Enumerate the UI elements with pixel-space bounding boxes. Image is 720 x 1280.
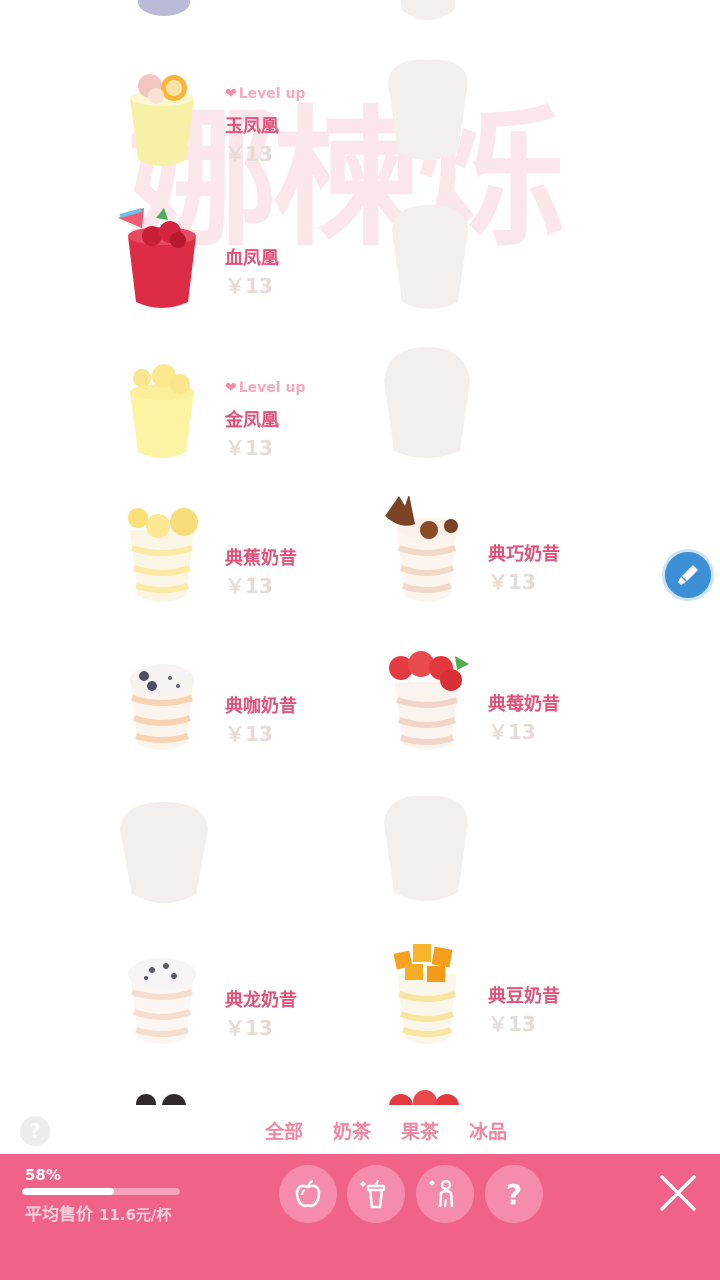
avg-label: 平均售价 [25,1205,93,1225]
drink-name: 玉凤凰 [225,116,279,137]
locked-cup [118,796,218,916]
tab-fruit-tea[interactable]: 果茶 [401,1117,439,1144]
cup-icon [360,1179,386,1209]
drink-item[interactable]: 典龙奶昔 ￥13 [122,942,382,1072]
partial-cup [122,1090,222,1105]
drink-item[interactable]: 典豆奶昔 ￥13 [385,938,645,1068]
drink-grid: 娜楝烁 ❤ Level up 玉凤凰 ￥13 血凤凰 ￥13 ❤ Level u… [0,0,720,1105]
drink-name: 典龙奶昔 [225,990,297,1011]
drink-item[interactable]: 典巧奶昔 ￥13 [385,496,645,626]
drink-cup-icon [122,942,222,1062]
locked-cup [378,52,478,172]
drink-cup-icon [385,646,485,766]
drink-price: ￥13 [225,436,273,460]
drink-cup-icon [385,496,485,616]
locked-cup [380,792,480,912]
drink-price: ￥13 [488,1012,536,1036]
drink-price: ￥13 [225,142,273,166]
drink-price: ￥13 [488,720,536,744]
drink-name: 典巧奶昔 [488,544,560,565]
drink-item[interactable]: 血凤凰 ￥13 [112,200,372,330]
drink-cup-icon [122,648,222,768]
close-icon [660,1175,696,1211]
drink-price: ￥13 [225,1016,273,1040]
heart-icon: ❤ [225,380,237,396]
drink-item[interactable]: 典咖奶昔 ￥13 [122,648,382,778]
drink-cup-icon [122,362,222,482]
question-icon: ? [505,1177,523,1211]
apple-icon [295,1179,321,1208]
drink-cup-icon [122,68,222,188]
heart-icon: ❤ [225,86,237,102]
drink-name: 典蕉奶昔 [225,548,297,569]
drink-item[interactable]: ❤ Level up 金凤凰 ￥13 [122,362,382,492]
brush-icon [678,565,698,585]
drink-price: ￥13 [488,570,536,594]
drink-item[interactable]: ❤ Level up 玉凤凰 ￥13 [122,68,382,198]
close-button[interactable] [656,1171,700,1215]
avg-value: 11.6元/杯 [98,1206,172,1224]
drink-item[interactable]: 典蕉奶昔 ￥13 [122,500,382,630]
drink-cup-icon [122,500,222,620]
average-price: 平均售价 11.6元/杯 [25,1200,171,1225]
partial-cup [385,1088,485,1105]
drink-cup-icon [112,200,212,320]
cup-button[interactable] [347,1165,405,1223]
category-tabs: 全部 奶茶 果茶 冰品 [265,1117,507,1144]
progress-bar [22,1188,180,1195]
staff-button[interactable] [416,1165,474,1223]
progress-fill [22,1188,114,1195]
drink-name: 金凤凰 [225,410,279,431]
locked-cup [380,345,480,465]
locked-cup [380,200,480,320]
drink-name: 典咖奶昔 [225,696,297,717]
level-up-badge: ❤ Level up [225,380,306,396]
drink-price: ￥13 [225,574,273,598]
drink-price: ￥13 [225,722,273,746]
progress-label: 58% [25,1166,61,1184]
drink-name: 典莓奶昔 [488,694,560,715]
tab-milk-tea[interactable]: 奶茶 [333,1117,371,1144]
question-button[interactable]: ? [485,1165,543,1223]
drink-name: 血凤凰 [225,248,279,269]
person-icon [429,1179,454,1208]
level-up-badge: ❤ Level up [225,86,306,102]
tab-ice[interactable]: 冰品 [469,1117,507,1144]
brush-button[interactable] [662,549,714,601]
fruit-button[interactable] [279,1165,337,1223]
drink-name: 典豆奶昔 [488,986,560,1007]
drink-cup-icon [385,938,485,1058]
help-icon[interactable]: ? [20,1116,50,1146]
tab-all[interactable]: 全部 [265,1117,303,1144]
drink-item[interactable]: 典莓奶昔 ￥13 [385,646,645,776]
drink-price: ￥13 [225,274,273,298]
